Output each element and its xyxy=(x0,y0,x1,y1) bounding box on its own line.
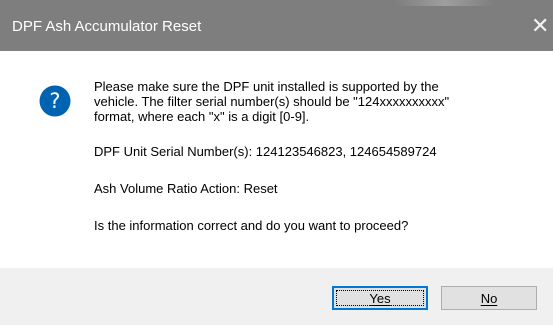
window-title: DPF Ash Accumulator Reset xyxy=(12,18,202,35)
serial-numbers-text: DPF Unit Serial Number(s): 124123546823,… xyxy=(94,144,437,159)
button-bar: Yes No xyxy=(0,268,553,325)
svg-text:?: ? xyxy=(49,89,60,113)
question-icon: ? xyxy=(39,85,71,117)
yes-button[interactable]: Yes xyxy=(332,286,428,310)
no-button[interactable]: No xyxy=(441,286,537,310)
action-text: Ash Volume Ratio Action: Reset xyxy=(94,181,278,196)
dialog-content: ? Please make sure the DPF unit installe… xyxy=(0,51,553,268)
title-bar[interactable]: DPF Ash Accumulator Reset ✕ xyxy=(0,0,553,51)
no-button-label: No xyxy=(480,290,498,306)
message-line-2: vehicle. The filter serial number(s) sho… xyxy=(94,94,450,109)
message-line-3: format, where each "x" is a digit [0-9]. xyxy=(94,109,310,124)
yes-button-label: Yes xyxy=(369,290,391,306)
message-line-1: Please make sure the DPF unit installed … xyxy=(94,79,439,94)
message-dialog: DPF Ash Accumulator Reset ✕ ? Please mak… xyxy=(0,0,553,325)
confirmation-question: Is the information correct and do you wa… xyxy=(94,218,409,233)
close-icon[interactable]: ✕ xyxy=(531,14,553,38)
title-bar-highlight xyxy=(395,0,495,6)
